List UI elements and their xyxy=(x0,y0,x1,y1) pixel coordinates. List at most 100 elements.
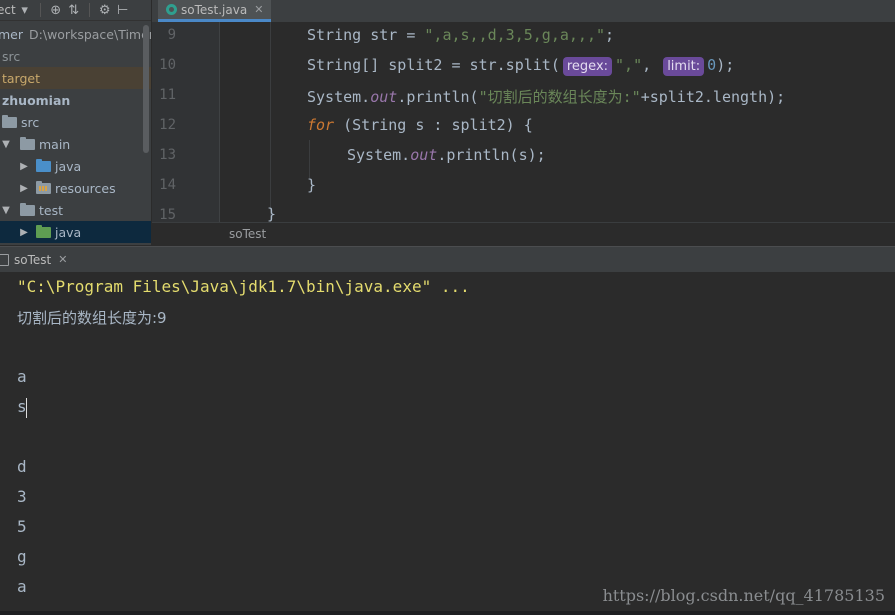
parameter-hint-regex: regex: xyxy=(562,57,613,76)
run-panel-header: soTest ✕ xyxy=(0,246,895,273)
tree-item-test[interactable]: ▼ test xyxy=(0,199,151,221)
run-config-icon xyxy=(0,253,9,266)
code-token: (String s : split2) { xyxy=(334,116,533,134)
line-number: 10 xyxy=(159,57,176,73)
keyword: for xyxy=(307,116,335,134)
tree-item-label: zhuomian xyxy=(2,92,71,108)
line-number: 14 xyxy=(159,177,176,193)
console-line: g xyxy=(17,547,27,566)
tree-project-path: D:\workspace\Timer xyxy=(29,26,151,42)
chevron-down-icon[interactable]: ▼ xyxy=(0,139,12,150)
run-tab-label: soTest xyxy=(14,252,52,267)
code-token: } xyxy=(307,176,317,194)
chevron-down-icon[interactable]: ▾ xyxy=(16,3,34,18)
code-token: .println( xyxy=(397,88,479,106)
tree-item-label: src xyxy=(21,114,40,130)
run-console-output[interactable]: "C:\Program Files\Java\jdk1.7\bin\java.e… xyxy=(0,272,895,615)
code-token: .println(s); xyxy=(437,146,546,164)
indent-guide xyxy=(309,140,310,178)
string-literal: "," xyxy=(615,56,643,74)
code-line-13: System.out.println(s); xyxy=(347,146,546,164)
tree-project-name: mer xyxy=(0,26,24,42)
bottom-edge xyxy=(0,611,895,615)
static-field: out xyxy=(410,146,438,164)
code-token: String[] split2 = str.split( xyxy=(307,56,560,74)
console-line: 5 xyxy=(17,517,27,536)
editor-tab-bar: soTest.java ✕ xyxy=(152,0,895,23)
code-token: System. xyxy=(307,88,371,106)
run-tab-sotest[interactable]: soTest ✕ xyxy=(0,247,152,272)
tree-item-zhuomian[interactable]: zhuomian xyxy=(0,89,151,111)
code-token: ); xyxy=(716,56,735,74)
source-folder-icon xyxy=(36,158,51,172)
console-line: a xyxy=(17,577,27,596)
tree-item-label: java xyxy=(55,158,82,174)
console-line: "C:\Program Files\Java\jdk1.7\bin\java.e… xyxy=(17,277,470,296)
hide-panel-icon[interactable]: ⊢ xyxy=(114,3,132,18)
parameter-hint-limit: limit: xyxy=(663,57,705,76)
text-caret xyxy=(26,398,27,418)
tree-item-label: src xyxy=(2,48,21,64)
tree-item-label: resources xyxy=(55,180,116,196)
tree-scrollbar[interactable] xyxy=(143,25,149,153)
folder-icon xyxy=(20,136,35,150)
static-field: out xyxy=(370,88,398,106)
chevron-down-icon[interactable]: ▼ xyxy=(0,205,12,216)
tree-project-root-row[interactable]: mer D:\workspace\Timer xyxy=(0,23,151,45)
close-icon[interactable]: ✕ xyxy=(254,3,263,16)
tree-item-test-java[interactable]: ▶ java xyxy=(0,221,151,243)
tree-item-label: test xyxy=(39,202,64,218)
tab-sotest-java[interactable]: soTest.java ✕ xyxy=(158,0,272,22)
tab-label: soTest.java xyxy=(181,2,248,17)
resources-folder-icon xyxy=(36,180,51,194)
chevron-right-icon[interactable]: ▶ xyxy=(18,161,30,172)
target-scroll-from-source-icon[interactable]: ⊕ xyxy=(47,3,65,18)
code-token: +split2.length); xyxy=(640,88,786,106)
folder-icon xyxy=(20,202,35,216)
breadcrumb: soTest xyxy=(152,222,895,246)
watermark: https://blog.csdn.net/qq_41785135 xyxy=(602,586,885,605)
code-line-11: System.out.println("切割后的数组长度为:"+split2.l… xyxy=(307,86,785,107)
tree-item-resources[interactable]: ▶ resources xyxy=(0,177,151,199)
code-token: ; xyxy=(605,26,615,44)
number-literal: 0 xyxy=(707,56,717,74)
code-token: } xyxy=(267,205,277,223)
console-line: 3 xyxy=(17,487,27,506)
line-number: 9 xyxy=(167,27,176,43)
code-line-9: String str = ",a,s,,d,3,5,g,a,,,"; xyxy=(307,26,614,44)
project-view-label[interactable]: ect xyxy=(0,3,16,17)
collapse-all-icon[interactable]: ⇅ xyxy=(65,3,83,18)
java-class-icon xyxy=(166,4,177,15)
tree-item-main[interactable]: ▼ main xyxy=(0,133,151,155)
code-token: String str = xyxy=(307,26,425,44)
close-icon[interactable]: ✕ xyxy=(58,253,67,266)
line-number: 13 xyxy=(159,147,176,163)
chevron-right-icon[interactable]: ▶ xyxy=(18,183,30,194)
code-line-14: } xyxy=(307,176,316,194)
line-number: 11 xyxy=(159,87,176,103)
console-line: 切割后的数组长度为:9 xyxy=(17,309,167,327)
gear-icon[interactable]: ⚙ xyxy=(96,3,114,18)
string-literal: "切割后的数组长度为:" xyxy=(478,88,641,106)
code-line-10: String[] split2 = str.split(regex: ",", l… xyxy=(307,56,734,76)
code-token: , xyxy=(642,56,661,74)
tree-item-label: java xyxy=(55,224,82,240)
tree-item-target[interactable]: target xyxy=(0,67,151,89)
tree-item-src[interactable]: src xyxy=(0,45,151,67)
breadcrumb-item[interactable]: soTest xyxy=(229,227,266,241)
indent-guide xyxy=(270,22,271,222)
tree-item-src-module[interactable]: src xyxy=(0,111,151,133)
code-line-12: for (String s : split2) { xyxy=(307,116,533,134)
console-line: d xyxy=(17,457,27,476)
test-folder-icon xyxy=(36,224,51,238)
line-number: 12 xyxy=(159,117,176,133)
project-tree: mer D:\workspace\Timer src target zhuomi… xyxy=(0,21,151,245)
code-line-15: } xyxy=(267,205,276,223)
code-token: System. xyxy=(347,146,411,164)
folder-icon xyxy=(2,114,17,128)
project-toolbar: ect ▾ ⊕ ⇅ ⚙ ⊢ xyxy=(0,0,151,21)
toolbar-divider xyxy=(88,3,90,17)
tree-item-main-java[interactable]: ▶ java xyxy=(0,155,151,177)
console-line: a xyxy=(17,367,27,386)
chevron-right-icon[interactable]: ▶ xyxy=(18,227,30,238)
